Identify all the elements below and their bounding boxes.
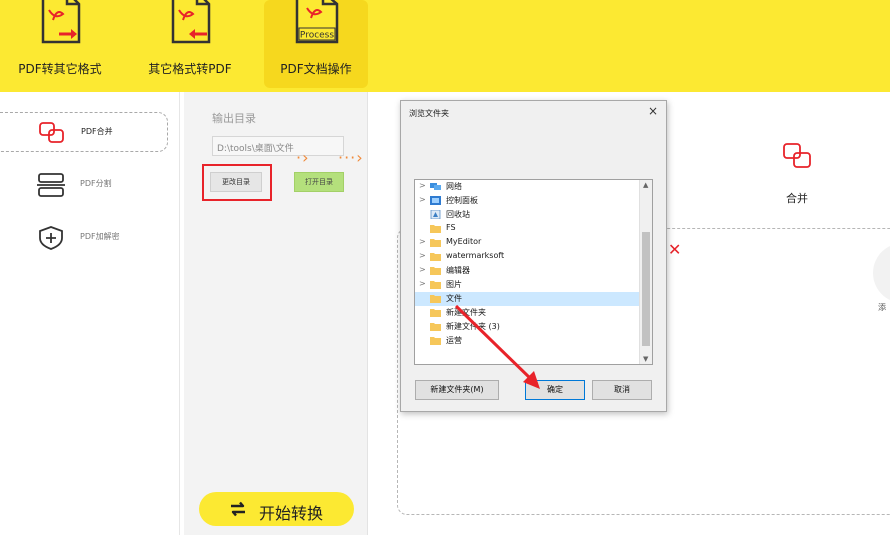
tree-item[interactable]: > watermarksoft bbox=[415, 250, 641, 264]
new-folder-button[interactable]: 新建文件夹(M) bbox=[415, 380, 499, 400]
folder-icon bbox=[430, 239, 441, 247]
pdf-process-icon: Process bbox=[295, 0, 339, 44]
dialog-close-button[interactable]: × bbox=[648, 104, 658, 118]
shield-plus-icon bbox=[39, 226, 63, 250]
toolbar-label: PDF转其它格式 bbox=[18, 62, 102, 76]
sidebar-item-label: PDF加解密 bbox=[80, 232, 120, 241]
tree-item-label: 图片 bbox=[446, 280, 462, 289]
tree-item-label: 新建文件夹 (3) bbox=[446, 322, 500, 331]
sidebar-item-label: PDF合并 bbox=[81, 127, 113, 136]
chevron-up-icon[interactable]: ▲ bbox=[643, 181, 648, 189]
pdf-operations-button[interactable]: Process PDF文档操作 bbox=[264, 0, 368, 88]
open-directory-button[interactable]: 打开目录 bbox=[294, 172, 344, 192]
tree-item-label: 新建文件夹 bbox=[446, 308, 486, 317]
tree-item-label: 控制面板 bbox=[446, 196, 478, 205]
tree-item[interactable]: 回收站 bbox=[415, 208, 641, 222]
pdf-to-other-button[interactable]: PDF转其它格式 bbox=[8, 0, 112, 88]
pdf-export-icon bbox=[41, 0, 81, 44]
recycle-bin-icon bbox=[430, 210, 441, 219]
expand-icon[interactable]: > bbox=[419, 237, 426, 246]
tree-item[interactable]: > 编辑器 bbox=[415, 264, 641, 278]
tree-scrollbar[interactable]: ▲ ▼ bbox=[639, 180, 652, 364]
tree-item[interactable]: > 网络 bbox=[415, 180, 641, 194]
tree-item[interactable]: > 图片 bbox=[415, 278, 641, 292]
toolbar-label: 其它格式转PDF bbox=[148, 62, 232, 76]
sidebar-item-encrypt[interactable]: PDF加解密 bbox=[0, 218, 168, 258]
tree-item-label: MyEditor bbox=[446, 237, 482, 246]
flow-arrow-icon: ·› bbox=[296, 148, 310, 167]
other-to-pdf-button[interactable]: 其它格式转PDF bbox=[138, 0, 242, 88]
sidebar-item-label: PDF分割 bbox=[80, 179, 112, 188]
start-convert-label: 开始转换 bbox=[259, 504, 324, 523]
output-path-field[interactable]: D:\tools\桌面\文件 bbox=[212, 136, 344, 156]
split-icon bbox=[37, 173, 65, 197]
tree-item-selected[interactable]: 文件 bbox=[415, 292, 641, 306]
merge-step-label: 合并 bbox=[786, 192, 808, 205]
folder-icon bbox=[430, 323, 441, 331]
browse-folder-dialog: 浏览文件夹 × > 网络 > 控制面板 回收站 FS > MyEditor > … bbox=[400, 100, 667, 412]
tree-item-label: 运营 bbox=[446, 336, 462, 345]
tree-item-label: FS bbox=[446, 223, 456, 232]
start-convert-button[interactable]: 开始转换 bbox=[199, 492, 354, 526]
tree-item-label: 回收站 bbox=[446, 210, 470, 219]
sidebar-item-split[interactable]: PDF分割 bbox=[0, 165, 168, 205]
add-file-label: 添 bbox=[878, 303, 886, 312]
app-window: PDF转其它格式 其它格式转PDF Process PDF文档操作 PDF合并 … bbox=[0, 0, 890, 535]
tree-item[interactable]: > MyEditor bbox=[415, 236, 641, 250]
folder-icon bbox=[430, 281, 441, 289]
toolbar-label: PDF文档操作 bbox=[280, 62, 352, 76]
folder-icon bbox=[430, 337, 441, 345]
folder-tree[interactable]: > 网络 > 控制面板 回收站 FS > MyEditor > watermar… bbox=[414, 179, 653, 365]
tree-item-label: watermarksoft bbox=[446, 251, 505, 260]
folder-icon bbox=[430, 253, 441, 261]
process-icon-text: Process bbox=[300, 31, 334, 41]
chevron-down-icon[interactable]: ▼ bbox=[643, 355, 648, 363]
swap-icon bbox=[231, 501, 245, 517]
dialog-title: 浏览文件夹 bbox=[409, 109, 449, 118]
cancel-button[interactable]: 取消 bbox=[592, 380, 652, 400]
network-icon bbox=[430, 183, 441, 190]
control-panel-icon bbox=[430, 196, 441, 205]
tree-item[interactable]: 运营 bbox=[415, 334, 641, 348]
expand-icon[interactable]: > bbox=[419, 251, 426, 260]
expand-icon[interactable]: > bbox=[419, 279, 426, 288]
folder-icon bbox=[430, 225, 441, 233]
flow-arrow-icon: ···› bbox=[338, 148, 364, 167]
folder-icon bbox=[430, 267, 441, 275]
ok-button[interactable]: 确定 bbox=[525, 380, 585, 400]
expand-icon[interactable]: > bbox=[419, 181, 426, 190]
output-title: 输出目录 bbox=[212, 112, 256, 125]
merge-icon bbox=[39, 122, 64, 143]
tree-item[interactable]: > 控制面板 bbox=[415, 194, 641, 208]
pdf-import-icon bbox=[171, 0, 211, 44]
sidebar-item-merge[interactable]: PDF合并 bbox=[0, 112, 168, 152]
tree-item-label: 网络 bbox=[446, 182, 462, 191]
tree-item[interactable]: 新建文件夹 (3) bbox=[415, 320, 641, 334]
top-toolbar: PDF转其它格式 其它格式转PDF Process PDF文档操作 bbox=[0, 0, 890, 92]
tree-item-label: 编辑器 bbox=[446, 266, 470, 275]
sidebar: PDF合并 PDF分割 PDF加解密 bbox=[0, 92, 180, 535]
close-icon[interactable]: ✕ bbox=[668, 240, 681, 259]
expand-icon[interactable]: > bbox=[419, 195, 426, 204]
tree-item[interactable]: 新建文件夹 bbox=[415, 306, 641, 320]
tree-item[interactable]: FS bbox=[415, 222, 641, 236]
tree-item-label: 文件 bbox=[446, 294, 462, 303]
merge-step-icon bbox=[783, 143, 811, 168]
change-directory-button[interactable]: 更改目录 bbox=[210, 172, 262, 192]
folder-icon bbox=[430, 295, 441, 303]
folder-icon bbox=[430, 309, 441, 317]
expand-icon[interactable]: > bbox=[419, 265, 426, 274]
scrollbar-thumb[interactable] bbox=[642, 232, 650, 346]
